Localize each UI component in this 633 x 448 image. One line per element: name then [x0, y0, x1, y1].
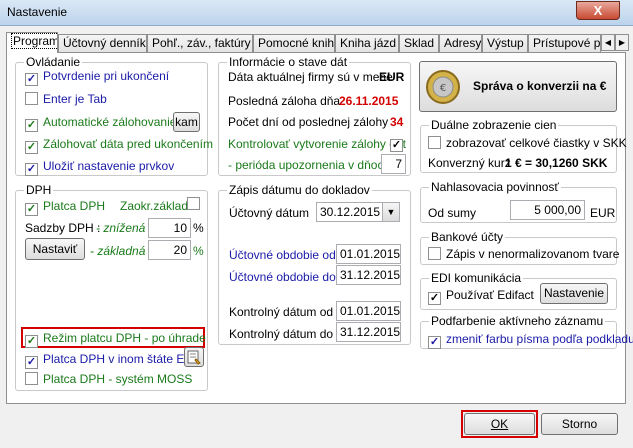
tab-program[interactable]: Program	[6, 32, 58, 53]
edi-legend: EDI komunikácia	[429, 271, 523, 285]
uctovny-datum-select[interactable]: 30.12.2015 ▼	[316, 202, 400, 222]
storno-button[interactable]: Storno	[541, 413, 618, 435]
tab-pohladavky[interactable]: Pohľ., záv., faktúry	[147, 34, 253, 52]
mena-label: Dáta aktuálnej firmy sú v mene	[228, 70, 393, 84]
zakladna-percent: %	[193, 244, 204, 258]
info-legend: Informácie o stave dát	[227, 55, 349, 69]
od-sumy-label: Od sumy	[428, 206, 476, 220]
edifact-checkbox[interactable]: ✓ Používať Edifact	[428, 288, 534, 305]
kontrolny-do-input[interactable]: 31.12.2015	[336, 322, 401, 342]
nenormalizovany-checkbox[interactable]: Zápis v nenormalizovanom tvare	[428, 247, 619, 261]
zapis-legend: Zápis dátumu do dokladov	[227, 183, 372, 197]
check-icon: ✓	[390, 139, 403, 152]
perioda-input[interactable]: 7	[381, 154, 406, 174]
check-icon: ✓	[428, 336, 441, 349]
check-icon: ✓	[25, 203, 38, 216]
enter-tab-checkbox[interactable]: Enter je Tab	[25, 92, 107, 106]
tab-uctovny-dennik[interactable]: Účtovný denník	[58, 34, 147, 52]
tab-adresy[interactable]: Adresy	[439, 34, 482, 52]
pocet-dni-value: 34	[390, 115, 403, 129]
kontrolny-do-label: Kontrolný dátum do	[229, 327, 333, 341]
sadzby-dph-label: Sadzby DPH :	[25, 221, 100, 235]
kontrolny-od-input[interactable]: 01.01.2015	[336, 301, 401, 321]
tab-scroll-left-icon[interactable]: ◀	[601, 34, 615, 51]
mena-value: EUR	[379, 70, 404, 84]
konverzia-label: Správa o konverzii na €	[473, 79, 606, 93]
zobrazovat-skk-checkbox[interactable]: zobrazovať celkové čiastky v SKK	[428, 136, 627, 150]
uctovny-datum-label: Účtovný dátum	[229, 206, 309, 220]
nahlasovacia-legend: Nahlasovacia povinnosť	[429, 180, 561, 194]
od-sumy-currency: EUR	[590, 206, 615, 220]
kam-button[interactable]: kam	[173, 112, 200, 132]
rezim-platcu-checkbox[interactable]: ✓ Režim platcu DPH - po úhrade	[25, 331, 206, 348]
kontrolny-od-label: Kontrolný dátum od	[229, 305, 333, 319]
title-bar: Nastavenie X	[0, 0, 633, 26]
tab-pristupove[interactable]: Prístupové pr	[528, 34, 601, 52]
od-sumy-input[interactable]: 5 000,00	[510, 200, 585, 220]
platca-moss-checkbox[interactable]: Platca DPH - systém MOSS	[25, 372, 192, 386]
ulozit-nastavenie-checkbox[interactable]: ✓ Uložiť nastavenie prvkov	[25, 159, 174, 176]
obdobie-od-label: Účtovné obdobie od	[229, 248, 336, 262]
kurz-label: Konverzný kurz	[428, 156, 511, 170]
tab-strip: Program Účtovný denník Pohľ., záv., fakt…	[6, 32, 626, 52]
check-icon: ✓	[25, 335, 38, 348]
zaokr-zaklad-checkbox[interactable]	[187, 197, 205, 211]
kontrolovat-label: Kontrolovať vytvorenie zálohy dát	[228, 137, 406, 151]
tab-scroll-right-icon[interactable]: ▶	[615, 34, 629, 51]
check-icon: ✓	[25, 141, 38, 154]
auto-zalohovanie-checkbox[interactable]: ✓ Automatické zálohovanie	[25, 115, 176, 132]
obdobie-do-label: Účtovné obdobie do	[229, 270, 336, 284]
zmenit-farbu-checkbox[interactable]: ✓ zmeniť farbu písma podľa podkladu	[428, 332, 633, 349]
svg-text:€: €	[440, 83, 446, 94]
podfarbenie-legend: Podfarbenie aktívneho záznamu	[429, 314, 605, 328]
platca-dph-checkbox[interactable]: ✓ Platca DPH	[25, 199, 105, 216]
tab-kniha-jazd[interactable]: Kniha jázd	[335, 34, 399, 52]
kontrolovat-checkbox[interactable]: ✓	[390, 135, 408, 152]
close-button[interactable]: X	[576, 1, 620, 20]
ovladanie-legend: Ovládanie	[24, 55, 82, 69]
obdobie-od-input[interactable]: 01.01.2015	[336, 244, 401, 264]
zakladna-label: - základná :	[90, 244, 152, 258]
znizena-label: - znížená :	[96, 221, 152, 235]
check-icon: ✓	[25, 73, 38, 86]
euro-coin-icon: €	[425, 69, 461, 105]
check-icon: ✓	[428, 292, 441, 305]
perioda-label: - perióda upozornenia v dňoch	[228, 158, 390, 172]
check-icon: ✓	[25, 119, 38, 132]
znizena-input[interactable]: 10	[148, 218, 191, 238]
zaokr-zaklad-label: Zaokr.základ	[120, 199, 188, 213]
chevron-down-icon[interactable]: ▼	[382, 203, 399, 221]
pocet-dni-label: Počet dní od poslednej zálohy	[228, 115, 388, 129]
bankove-legend: Bankové účty	[429, 230, 505, 244]
notes-icon[interactable]	[184, 347, 204, 367]
tab-scroll: ◀ ▶	[601, 34, 629, 51]
dph-legend: DPH	[24, 183, 53, 197]
tab-sklad[interactable]: Sklad	[399, 34, 439, 52]
edi-nastavenie-button[interactable]: Nastavenie	[540, 283, 608, 304]
obdobie-do-input[interactable]: 31.12.2015	[336, 265, 401, 285]
posledna-zaloha-label: Posledná záloha dňa	[228, 94, 340, 108]
platca-inom-state-checkbox[interactable]: ✓ Platca DPH v inom štáte EU	[25, 352, 193, 369]
check-icon: ✓	[25, 356, 38, 369]
check-icon: ✓	[25, 163, 38, 176]
znizena-percent: %	[193, 221, 204, 235]
potvrdenie-checkbox[interactable]: ✓ Potvrdenie pri ukončení	[25, 69, 169, 86]
tab-pomocne-knihy[interactable]: Pomocné knihy	[253, 34, 335, 52]
tab-vystup[interactable]: Výstup	[482, 34, 528, 52]
zalohovat-pred-ukoncenim-checkbox[interactable]: ✓ Zálohovať dáta pred ukončením	[25, 137, 213, 154]
ok-button[interactable]: OK	[464, 413, 535, 435]
kurz-value: 1 € = 30,1260 SKK	[505, 156, 607, 170]
nastavit-button[interactable]: Nastaviť	[25, 238, 85, 260]
window-title: Nastavenie	[7, 5, 67, 19]
zakladna-input[interactable]: 20	[148, 240, 191, 260]
dualne-legend: Duálne zobrazenie cien	[429, 118, 558, 132]
konverzia-button[interactable]: € Správa o konverzii na €	[419, 61, 617, 112]
posledna-zaloha-value: 26.11.2015	[339, 94, 398, 108]
